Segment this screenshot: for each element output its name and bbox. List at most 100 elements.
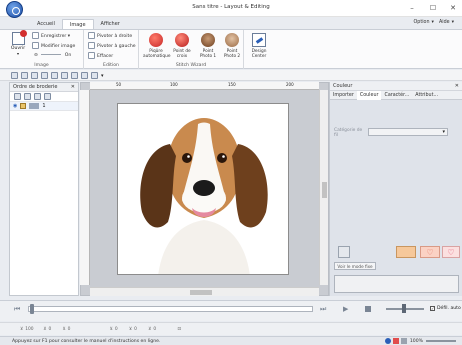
view-mode-icon[interactable]: [384, 338, 391, 344]
tab-accueil[interactable]: Accueil: [30, 19, 62, 29]
speed-slider-thumb[interactable]: [402, 304, 406, 313]
tab-afficher[interactable]: Afficher: [94, 19, 127, 29]
skip-start-icon[interactable]: ⏮: [14, 305, 20, 314]
width-icon[interactable]: ⊻: [129, 327, 132, 332]
scroll-thumb[interactable]: [322, 182, 327, 198]
open-button[interactable]: Ouvrir ▾: [9, 30, 27, 56]
save-button[interactable]: Enregistrer ▾: [32, 32, 70, 40]
vertical-scrollbar[interactable]: [319, 90, 328, 285]
thread-color-swatch[interactable]: [338, 246, 350, 258]
close-icon[interactable]: ✕: [71, 83, 75, 92]
dog-left-ear: [140, 144, 176, 228]
image-group: Ouvrir ▾ Enregistrer ▾ Modifier image ⊝ …: [0, 30, 84, 69]
embroidery-order-panel: Ordre de broderie ✕ ◉ 1: [9, 82, 79, 296]
save-label: Enregistrer: [41, 34, 67, 39]
move-y-value[interactable]: 0: [68, 327, 108, 332]
heart-icon[interactable]: ♡: [442, 246, 460, 258]
thread-category-label: Catégorie de fil: [334, 128, 363, 138]
ruler-mark: 100: [170, 82, 178, 87]
width-value[interactable]: 0: [134, 327, 146, 332]
heart-icon[interactable]: ♡: [420, 246, 440, 258]
list-item-label: 1: [42, 103, 46, 109]
help-icon[interactable]: [70, 72, 78, 79]
horizontal-scrollbar[interactable]: [90, 287, 319, 296]
design-view-icon[interactable]: [392, 338, 399, 344]
play-icon[interactable]: ▶: [343, 305, 348, 313]
align-icon[interactable]: ⊡: [177, 327, 181, 332]
move-y-icon[interactable]: ⊻: [62, 327, 65, 332]
tab-importer[interactable]: Importer: [330, 91, 357, 100]
option-menu[interactable]: Option: [414, 20, 430, 25]
maximize-button[interactable]: ☐: [426, 4, 440, 12]
zoom-level[interactable]: 100%: [410, 339, 423, 344]
sort-icon[interactable]: [33, 93, 41, 100]
visibility-icon[interactable]: ◉: [13, 103, 17, 109]
skip-end-icon[interactable]: ⏭: [320, 305, 326, 314]
move-up-icon[interactable]: [13, 93, 21, 100]
lock-icon[interactable]: [20, 103, 27, 109]
move-x-value[interactable]: 0: [48, 327, 60, 332]
new-file-icon[interactable]: [10, 72, 18, 79]
stitch-progress-slider[interactable]: [28, 306, 313, 312]
color-panel-tabs: Importer Couleur Caractér... Attribut...: [330, 90, 462, 100]
grid-icon[interactable]: [60, 72, 68, 79]
zoom-slider[interactable]: [426, 340, 456, 342]
help-menu[interactable]: Aide: [439, 20, 450, 25]
rotate-right-button[interactable]: Pivoter à droite: [88, 32, 132, 40]
tab-caracteristiques[interactable]: Caractér...: [381, 91, 412, 100]
rotate-value[interactable]: 0: [115, 327, 127, 332]
embroidery-hoop-area[interactable]: [117, 103, 289, 275]
move-x-icon[interactable]: ⊻: [43, 327, 46, 332]
window-title: Sans titre - Layout & Editing: [192, 4, 270, 10]
save-icon[interactable]: [30, 72, 38, 79]
image-visibility-toggle[interactable]: ⊝ On: [34, 52, 80, 60]
scroll-thumb[interactable]: [190, 290, 212, 295]
thread-category-select[interactable]: ▾: [368, 128, 448, 136]
monitor-icon[interactable]: [80, 72, 88, 79]
scale-icon[interactable]: ⊻: [20, 327, 23, 332]
undo-icon[interactable]: [40, 72, 48, 79]
stitch-tool-icon[interactable]: [396, 246, 416, 258]
tab-couleur[interactable]: Couleur: [356, 90, 382, 100]
status-bar: Appuyez sur F1 pour consulter le manuel …: [0, 336, 462, 345]
open-folder-icon[interactable]: [20, 72, 28, 79]
slider-thumb[interactable]: [30, 304, 34, 314]
auto-scroll-option[interactable]: ✓ Défil. auto: [430, 306, 461, 311]
photo-stitch-1-button[interactable]: Point Photo 1: [195, 32, 221, 59]
redo-icon[interactable]: [50, 72, 58, 79]
move-down-icon[interactable]: [23, 93, 31, 100]
layout-icon[interactable]: [90, 72, 98, 79]
option-help-area: Option ▾ Aide ▾: [414, 20, 454, 25]
photo-stitch-2-label-2: Photo 2: [223, 54, 241, 59]
erase-button[interactable]: Effacer: [88, 52, 113, 60]
design-center-button[interactable]: Design Center: [246, 32, 272, 59]
close-icon[interactable]: ✕: [455, 82, 459, 91]
dog-left-eye: [182, 153, 192, 163]
tab-image[interactable]: Image: [61, 19, 94, 29]
rotate-left-button[interactable]: Pivoter à gauche: [88, 42, 136, 50]
rotate-icon[interactable]: ⊻: [110, 327, 113, 332]
scale-value[interactable]: 100: [25, 327, 41, 332]
quick-access-toolbar: ▾: [0, 70, 462, 81]
close-button[interactable]: ✕: [446, 4, 460, 12]
auto-punch-label-2: automatique: [143, 54, 171, 59]
cross-stitch-button[interactable]: Point de croix: [169, 32, 195, 59]
stop-icon[interactable]: [365, 306, 371, 312]
expand-icon[interactable]: [43, 93, 51, 100]
auto-punch-button[interactable]: Piqûre automatique: [143, 32, 171, 59]
design-center-icon: [252, 33, 266, 47]
view-fixed-mode-button[interactable]: Voir le mode fixe: [334, 262, 376, 270]
height-value[interactable]: 0: [153, 327, 175, 332]
customize-toolbar-icon[interactable]: ▾: [101, 73, 104, 79]
photo-stitch-2-button[interactable]: Point Photo 2: [219, 32, 245, 59]
beagle-photo: [140, 118, 268, 274]
checkbox[interactable]: ✓: [430, 306, 435, 311]
list-item[interactable]: ◉ 1: [10, 102, 78, 111]
height-icon[interactable]: ⊻: [148, 327, 151, 332]
modify-image-button[interactable]: Modifier image: [32, 42, 75, 50]
minimize-button[interactable]: –: [405, 4, 419, 12]
grid-view-icon[interactable]: [400, 338, 407, 344]
tab-attributs[interactable]: Attribut...: [412, 91, 441, 100]
panel-title: Ordre de broderie: [13, 83, 58, 90]
apple-icon: [175, 33, 189, 47]
